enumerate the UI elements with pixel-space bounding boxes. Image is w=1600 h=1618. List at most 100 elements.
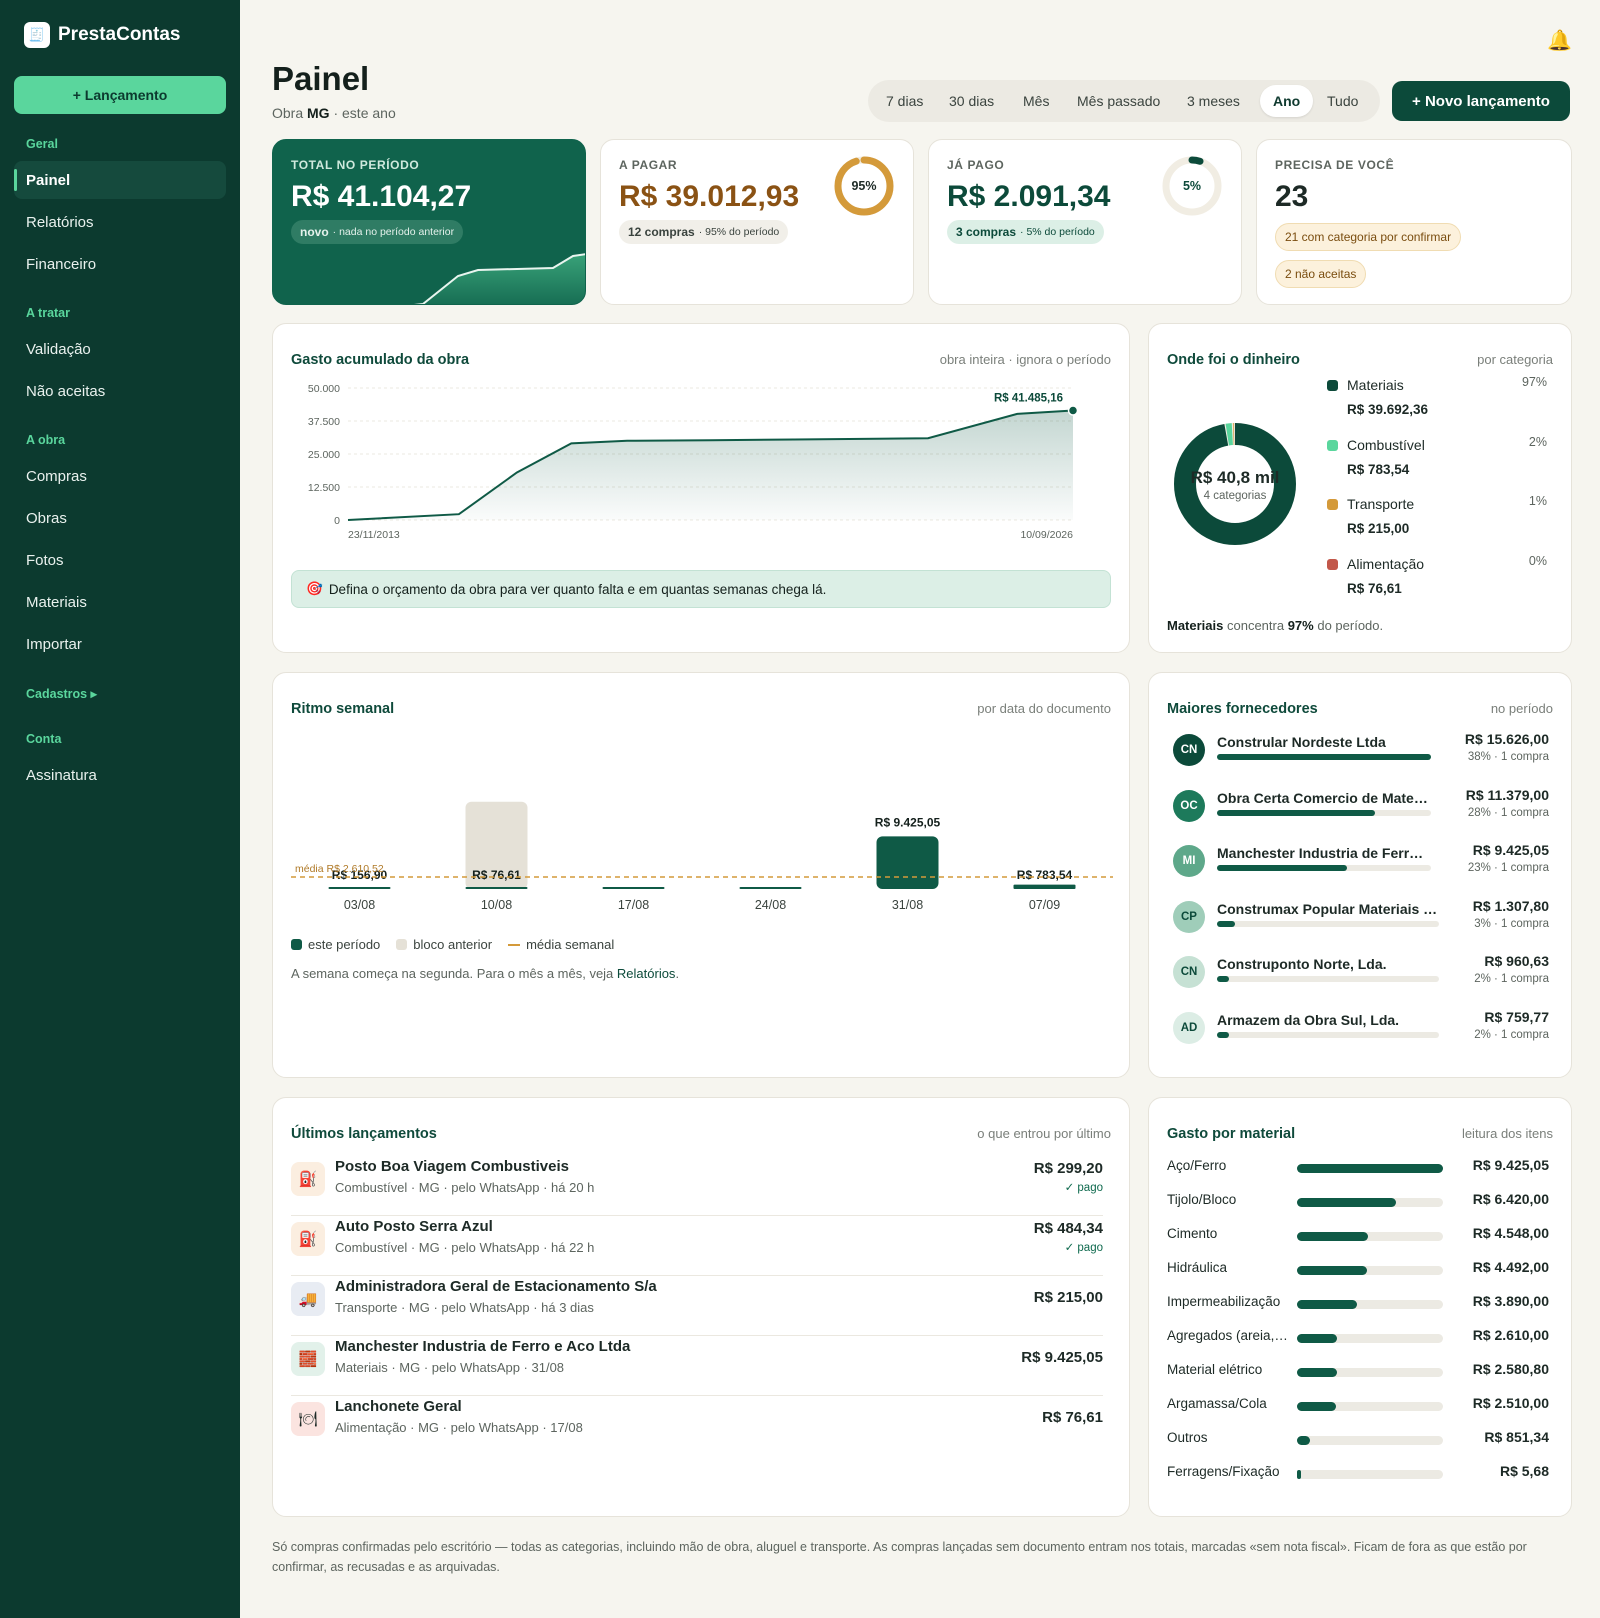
weekly-legend: este período bloco anterior média semana… (291, 937, 614, 952)
bar-este-periodo (602, 887, 665, 889)
x-tick-label: 17/08 (618, 898, 649, 912)
supplier-value: R$ 960,63 (1484, 953, 1549, 969)
pending-category-pill[interactable]: 21 com categoria por confirmar (1275, 223, 1462, 251)
sidebar-item-financeiro[interactable]: Financeiro (14, 245, 226, 283)
legend-swatch-media (508, 943, 521, 946)
last-point-label: R$ 41.485,16 (994, 392, 1063, 404)
material-row[interactable]: Cimento R$ 4.548,00 (1167, 1224, 1549, 1246)
material-track (1297, 1266, 1443, 1275)
kpi-ja-pago[interactable]: JÁ PAGO R$ 2.091,34 5% 3 compras · 5% do … (928, 139, 1242, 305)
sidebar-section-cadastros-toggle[interactable]: Cadastros ▸ (26, 686, 97, 701)
sidebar-item-nao-aceitas[interactable]: Não aceitas (14, 372, 226, 410)
truck-icon: 🚚 (291, 1282, 325, 1316)
sidebar-item-compras[interactable]: Compras (14, 457, 226, 495)
budget-hint[interactable]: 🎯 Defina o orçamento da obra para ver qu… (291, 570, 1111, 608)
supplier-meta: 2% · 1 compra (1474, 973, 1549, 985)
material-name: Agregados (areia, brita) (1167, 1328, 1289, 1343)
legend-category-value: R$ 215,00 (1347, 521, 1410, 536)
sidebar-item-materiais[interactable]: Materiais (14, 583, 226, 621)
period-7-dias[interactable]: 7 dias (873, 85, 936, 117)
kpi-total-sparkline (413, 253, 585, 304)
legend-media-semanal: média semanal (526, 937, 615, 952)
supplier-avatar: CN (1173, 956, 1205, 988)
kpi-a-pagar-pill[interactable]: 12 compras · 95% do período (619, 220, 789, 244)
material-row[interactable]: Aço/Ferro R$ 9.425,05 (1167, 1156, 1549, 1178)
kpi-total[interactable]: TOTAL NO PERÍODO R$ 41.104,27 novo · nada… (272, 139, 586, 305)
bar-este-periodo (328, 887, 391, 889)
kpi-ja-pago-pill[interactable]: 3 compras · 5% do período (947, 220, 1104, 244)
material-fill (1297, 1232, 1368, 1241)
supplier-share-track (1217, 920, 1439, 927)
latest-entry-row[interactable]: 🍽 Lanchonete Geral Alimentação · MG · pelo… (291, 1396, 1103, 1456)
new-entry-sidebar-button[interactable]: + Lançamento (14, 76, 226, 114)
main-content: 🔔 Painel Obra MG · este ano 7 dias 30 di… (272, 0, 1572, 1618)
period-mes-passado[interactable]: Mês passado (1064, 85, 1173, 117)
brick-icon: 🧱 (291, 1342, 325, 1376)
latest-card: Últimos lançamentos o que entrou por últ… (272, 1097, 1130, 1517)
supplier-share-track (1217, 976, 1439, 982)
supplier-row[interactable]: CP Construmax Popular Materiais de Constr… (1173, 898, 1549, 942)
period-30-dias[interactable]: 30 dias (936, 85, 1007, 117)
suppliers-card: Maiores fornecedores no período CN Constr… (1148, 672, 1572, 1078)
supplier-avatar: OC (1173, 789, 1205, 822)
sidebar-item-assinatura[interactable]: Assinatura (14, 756, 226, 794)
not-accepted-pill[interactable]: 2 não aceitas (1275, 260, 1367, 288)
money-title: Onde foi o dinheiro (1167, 352, 1300, 368)
material-row[interactable]: Hidráulica R$ 4.492,00 (1167, 1258, 1549, 1280)
material-row[interactable]: Tijolo/Bloco R$ 6.420,00 (1167, 1190, 1549, 1212)
material-name: Material elétrico (1167, 1362, 1263, 1377)
material-row[interactable]: Ferragens/Fixação R$ 5,68 (1167, 1462, 1549, 1484)
material-track (1297, 1232, 1443, 1241)
weekly-card: Ritmo semanal por data do documento R$ 1… (272, 672, 1130, 1078)
supplier-row[interactable]: CN Constrular Nordeste Ltda R$ 15.626,00 38… (1173, 731, 1549, 775)
material-row[interactable]: Agregados (areia, brita) R$ 2.610,00 (1167, 1326, 1549, 1348)
material-track (1297, 1436, 1443, 1445)
supplier-row[interactable]: MI Manchester Industria de Ferro e Aco R$ … (1173, 842, 1549, 886)
material-row[interactable]: Argamassa/Cola R$ 2.510,00 (1167, 1394, 1549, 1416)
reports-link[interactable]: Relatórios (617, 966, 676, 981)
supplier-share-fill (1217, 920, 1235, 927)
sidebar-item-importar[interactable]: Importar (14, 625, 226, 663)
material-track (1297, 1334, 1443, 1343)
bell-icon[interactable]: 🔔 (1547, 28, 1572, 53)
period-tudo[interactable]: Tudo (1314, 85, 1371, 117)
entry-value: R$ 215,00 (1033, 1289, 1103, 1306)
period-ano[interactable]: Ano (1260, 85, 1314, 117)
material-row[interactable]: Impermeabilização R$ 3.890,00 (1167, 1292, 1549, 1314)
kpi-precisa[interactable]: PRECISA DE VOCÊ 23 21 com categoria por … (1256, 139, 1572, 305)
latest-entry-row[interactable]: 🧱 Manchester Industria de Ferro e Aco Ltd… (291, 1336, 1103, 1396)
supplier-share-track (1217, 1031, 1439, 1038)
latest-entry-row[interactable]: ⛽ Auto Posto Serra Azul Combustível · MG ·… (291, 1216, 1103, 1276)
legend-category-name: Materiais (1347, 377, 1404, 393)
money-card: Onde foi o dinheiro por categoria R$ 40,… (1148, 323, 1572, 653)
period-mes[interactable]: Mês (1010, 85, 1062, 117)
kpi-ja-pago-label: JÁ PAGO (947, 158, 1005, 172)
supplier-row[interactable]: OC Obra Certa Comercio de Materiais R$ 11.… (1173, 787, 1549, 831)
material-row[interactable]: Material elétrico R$ 2.580,80 (1167, 1360, 1549, 1382)
sidebar-item-validacao[interactable]: Validação (14, 330, 226, 368)
sidebar-item-relatorios[interactable]: Relatórios (14, 203, 226, 241)
material-name: Hidráulica (1167, 1260, 1228, 1275)
supplier-avatar: CN (1173, 734, 1205, 766)
weekly-title: Ritmo semanal (291, 701, 395, 717)
cumulative-title: Gasto acumulado da obra (291, 352, 470, 368)
supplier-row[interactable]: AD Armazem da Obra Sul, Lda. R$ 759,77 2% ·… (1173, 1009, 1549, 1053)
sidebar-item-painel[interactable]: Painel (14, 161, 226, 199)
legend-category-name: Transporte (1347, 496, 1415, 512)
supplier-avatar: AD (1173, 1011, 1205, 1044)
sidebar-item-obras[interactable]: Obras (14, 499, 226, 537)
material-name: Cimento (1167, 1226, 1218, 1241)
period-3-meses[interactable]: 3 meses (1174, 85, 1253, 117)
latest-entry-row[interactable]: ⛽ Posto Boa Viagem Combustiveis Combustíve… (291, 1156, 1103, 1216)
brand[interactable]: 🧾 PrestaContas (24, 22, 181, 48)
sidebar-item-fotos[interactable]: Fotos (14, 541, 226, 579)
supplier-row[interactable]: CN Construponto Norte, Lda. R$ 960,63 2% · … (1173, 953, 1549, 997)
latest-entry-row[interactable]: 🚚 Administradora Geral de Estacionamento … (291, 1276, 1103, 1336)
supplier-avatar: CP (1173, 900, 1205, 933)
material-row[interactable]: Outros R$ 851,34 (1167, 1428, 1549, 1450)
materials-card: Gasto por material leitura dos itens Aço… (1148, 1097, 1572, 1517)
supplier-share-fill (1217, 754, 1431, 760)
weekly-subtitle: por data do documento (977, 701, 1111, 716)
new-entry-button[interactable]: + Novo lançamento (1392, 81, 1570, 121)
kpi-a-pagar[interactable]: A PAGAR R$ 39.012,93 95% 12 compras · 95%… (600, 139, 914, 305)
